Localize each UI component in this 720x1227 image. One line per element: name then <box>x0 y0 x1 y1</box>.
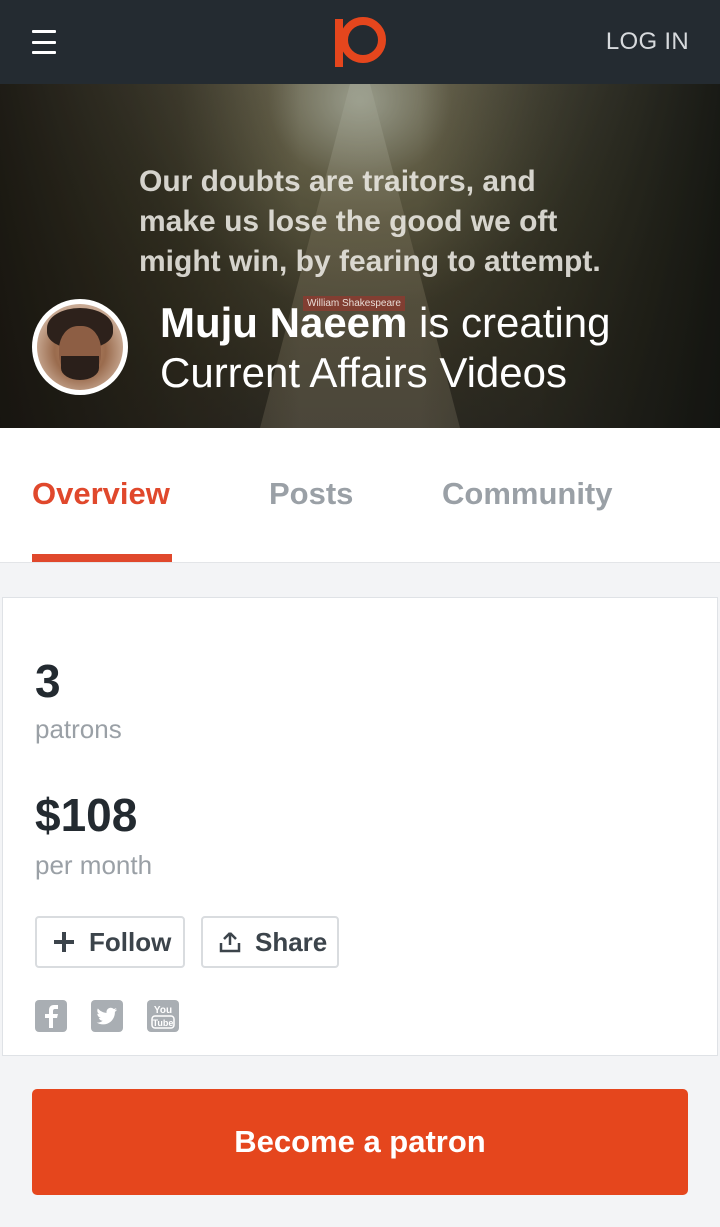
creator-avatar[interactable] <box>32 299 128 395</box>
creating-text: is creating <box>407 299 611 346</box>
patrons-label: patrons <box>35 714 122 744</box>
svg-text:Tube: Tube <box>153 1018 174 1028</box>
youtube-icon[interactable]: You Tube <box>147 1000 179 1032</box>
top-bar: LOG IN <box>0 0 720 84</box>
creator-name: Muju Naeem <box>160 299 408 346</box>
twitter-icon[interactable] <box>91 1000 123 1032</box>
follow-label: Follow <box>89 926 172 957</box>
login-link[interactable]: LOG IN <box>606 28 689 56</box>
monthly-amount-label: per month <box>35 850 153 880</box>
creator-headline: Muju Naeem is creating Current Affairs V… <box>160 298 700 398</box>
tab-bar: Overview Posts Community <box>0 428 720 563</box>
tab-posts[interactable]: Posts <box>269 476 353 512</box>
stats-card: 3 patrons $108 per month Follow Share Yo… <box>2 597 718 1056</box>
share-icon <box>219 931 241 953</box>
plus-icon <box>53 931 75 953</box>
project-title: Current Affairs Videos <box>160 349 567 396</box>
share-button[interactable]: Share <box>201 916 339 968</box>
hero-quote: Our doubts are traitors, and make us los… <box>139 165 601 278</box>
tab-community[interactable]: Community <box>442 476 613 512</box>
monthly-amount: $108 <box>35 789 138 841</box>
patrons-count: 3 <box>35 655 61 707</box>
patreon-logo[interactable] <box>333 15 387 69</box>
svg-text:You: You <box>154 1005 172 1016</box>
follow-button[interactable]: Follow <box>35 916 185 968</box>
active-tab-indicator <box>32 554 172 562</box>
hamburger-menu-icon[interactable] <box>32 30 56 54</box>
become-patron-button[interactable]: Become a patron <box>32 1089 688 1195</box>
facebook-icon[interactable] <box>35 1000 67 1032</box>
tab-overview[interactable]: Overview <box>32 476 170 512</box>
hero-banner: Our doubts are traitors, and make us los… <box>0 84 720 428</box>
share-label: Share <box>255 926 328 957</box>
